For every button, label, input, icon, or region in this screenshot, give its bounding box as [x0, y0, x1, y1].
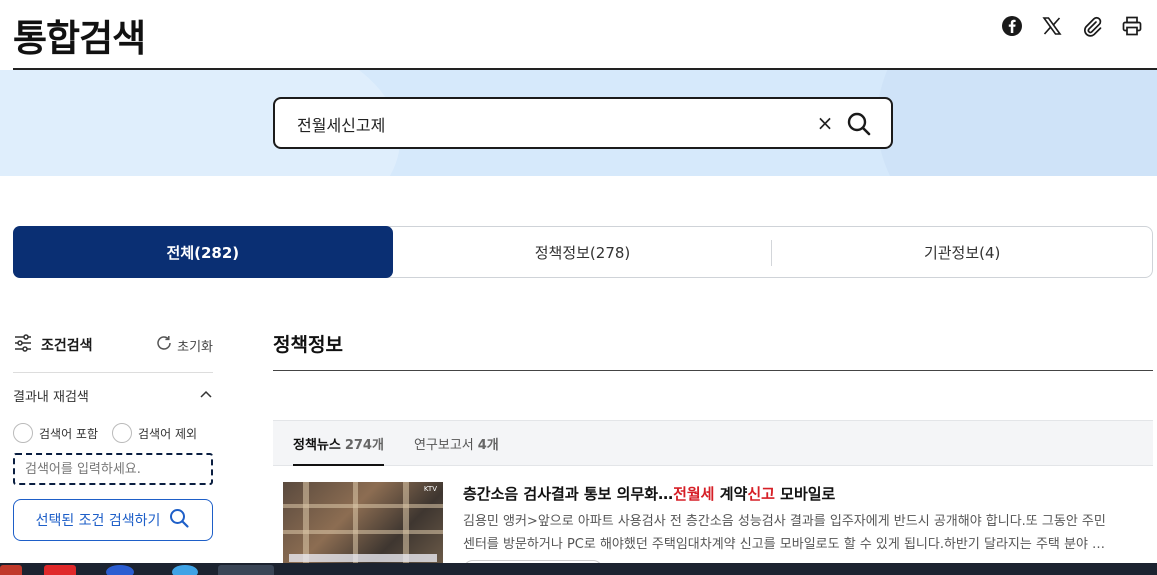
- title-highlight: 전월세: [673, 485, 715, 503]
- search-input[interactable]: [297, 111, 777, 137]
- tab-all[interactable]: 전체(282): [13, 226, 393, 278]
- taskbar-app-icon[interactable]: [172, 565, 198, 575]
- reset-label: 초기화: [177, 339, 213, 355]
- chevron-up-icon: [199, 388, 213, 403]
- result-subtabs: 정책뉴스 274개 연구보고서 4개: [273, 420, 1153, 466]
- news-item[interactable]: KTV 층간소음 검사결과 통보 의무화…전월세 계약신고 모바일로 김용민 앵…: [273, 482, 1153, 575]
- exclude-label: 검색어 제외: [138, 426, 198, 441]
- news-summary: 김용민 앵커>앞으로 아파트 사용검사 전 층간소음 성능검사 결과를 입주자에…: [463, 510, 1153, 556]
- subtab-count: 274개: [344, 437, 384, 453]
- title-highlight: 신고: [747, 485, 775, 503]
- include-radio[interactable]: 검색어 포함: [13, 423, 98, 443]
- research-toggle[interactable]: 결과내 재검색: [13, 383, 213, 407]
- apply-filter-button[interactable]: 선택된 조건 검색하기: [13, 499, 213, 541]
- search-icon[interactable]: [845, 110, 873, 138]
- taskbar-app-icon[interactable]: [106, 565, 134, 575]
- search-icon: [168, 507, 190, 533]
- section-title: 정책정보: [273, 334, 343, 356]
- os-taskbar: [0, 563, 1157, 575]
- news-logo: KTV: [423, 485, 437, 493]
- subtab-policy-news[interactable]: 정책뉴스 274개: [293, 421, 384, 466]
- filter-title: 조건검색: [41, 338, 93, 354]
- sliders-icon: [13, 333, 33, 357]
- radio-circle: [13, 423, 33, 443]
- paperclip-icon[interactable]: [1081, 14, 1103, 38]
- reset-button[interactable]: 초기화: [155, 334, 213, 356]
- subtab-label: 정책뉴스: [293, 437, 341, 453]
- summary-line: 김용민 앵커>앞으로 아파트 사용검사 전 층간소음 성능검사 결과를 입주자에…: [463, 514, 1106, 529]
- research-label: 결과내 재검색: [13, 389, 89, 405]
- filter-divider: [13, 372, 213, 373]
- search-box: ×: [273, 97, 893, 149]
- tab-agency-info[interactable]: 기관정보(4): [772, 227, 1152, 277]
- news-thumbnail[interactable]: KTV: [283, 482, 443, 564]
- banner-decoration: [877, 70, 1157, 176]
- title-text: 층간소음 검사결과 통보 의무화…: [463, 485, 674, 503]
- subtab-count: 4개: [477, 437, 499, 453]
- facebook-icon[interactable]: [1001, 14, 1023, 38]
- include-label: 검색어 포함: [39, 426, 99, 441]
- taskbar-app-icon[interactable]: [218, 565, 274, 575]
- share-toolbar: [1001, 14, 1143, 38]
- x-icon[interactable]: [1041, 14, 1063, 38]
- radio-circle: [112, 423, 133, 443]
- search-banner: ×: [0, 70, 1157, 176]
- refresh-icon: [155, 334, 173, 356]
- page-title: 통합검색: [13, 17, 146, 60]
- filter-sidebar: 조건검색 초기화 결과내 재검색 검색어 포함 검색어 제외 선택된 조건 검색…: [13, 330, 213, 541]
- section-divider: [273, 370, 1153, 371]
- taskbar-app-icon[interactable]: [0, 565, 22, 575]
- filter-header: 조건검색 초기화: [13, 330, 213, 360]
- category-tabs: 전체(282) 정책정보(278) 기관정보(4): [13, 226, 1153, 278]
- exclude-radio[interactable]: 검색어 제외: [112, 423, 197, 443]
- clear-icon[interactable]: ×: [813, 111, 837, 135]
- news-title[interactable]: 층간소음 검사결과 통보 의무화…전월세 계약신고 모바일로: [463, 483, 835, 504]
- title-text: 모바일로: [774, 485, 836, 503]
- taskbar-app-icon[interactable]: [44, 565, 76, 575]
- subtab-label: 연구보고서: [413, 437, 474, 453]
- subtab-research-reports[interactable]: 연구보고서 4개: [414, 421, 499, 465]
- apply-label: 선택된 조건 검색하기: [35, 513, 161, 529]
- keyword-input[interactable]: [13, 453, 213, 485]
- keyword-mode-group: 검색어 포함 검색어 제외: [13, 423, 213, 443]
- summary-line: 센터를 방문하거나 PC로 해야했던 주택임대차계약 신고를 모바일로도 할 수…: [463, 537, 1106, 552]
- print-icon[interactable]: [1121, 14, 1143, 38]
- results-panel: 정책정보 정책뉴스 274개 연구보고서 4개 KTV 층간소음 검사결과 통보…: [273, 330, 1153, 575]
- title-text: 계약: [714, 485, 748, 503]
- tab-policy-info[interactable]: 정책정보(278): [393, 227, 773, 277]
